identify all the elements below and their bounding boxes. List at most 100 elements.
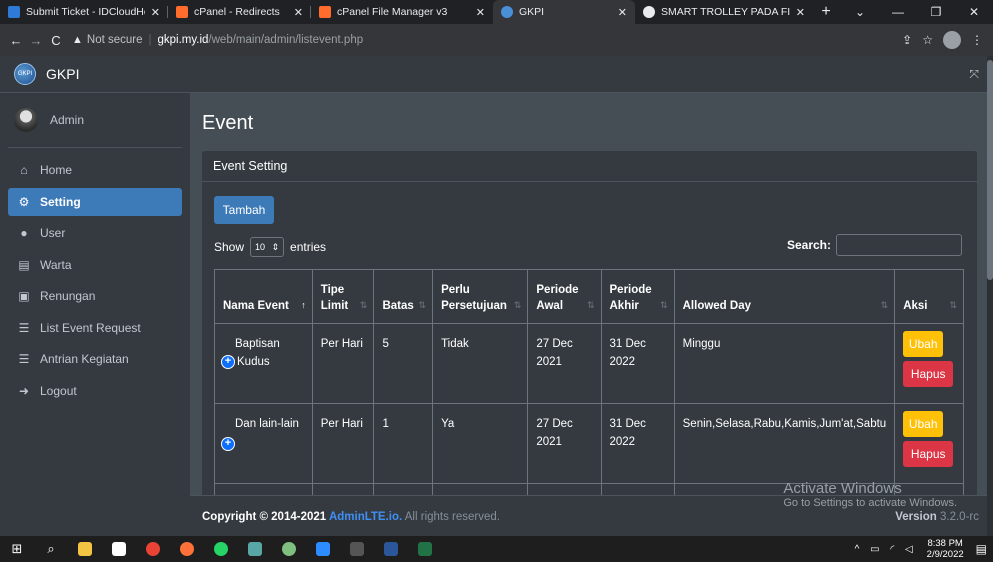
col-header-tipe-limit[interactable]: Tipe Limit ⇅ [311, 269, 375, 324]
col-header-batas[interactable]: Batas ⇅ [373, 269, 434, 324]
profile-avatar-icon[interactable] [943, 31, 961, 49]
tab-title: Submit Ticket - IDCloudHost [26, 6, 145, 18]
bookmark-star-icon[interactable]: ☆ [922, 33, 933, 47]
col-header-nama-event[interactable]: Nama Event ↑ [214, 269, 313, 324]
word-icon[interactable] [374, 536, 408, 562]
tab-title: GKPI [519, 6, 545, 18]
tab-close-icon[interactable]: ✕ [796, 6, 805, 19]
tab-close-icon[interactable]: ✕ [476, 6, 485, 19]
close-window-icon[interactable]: ✕ [955, 5, 993, 19]
user-panel[interactable]: Admin [8, 93, 182, 148]
minimize-icon[interactable]: — [879, 5, 917, 19]
windows-start-icon[interactable]: ⊞ [0, 536, 34, 562]
tray-icons[interactable]: ^ ▭ ◜ ◁ [855, 544, 917, 555]
search-input[interactable] [836, 234, 962, 256]
sidebar: GKPI GKPI Admin ⌂ Home ⚙ Setting ● User … [0, 56, 190, 536]
sidebar-item-user[interactable]: ● User [8, 219, 182, 247]
share-icon[interactable]: ⇪ [902, 33, 912, 47]
tab-title: cPanel File Manager v3 [337, 6, 448, 18]
table-header-row: Nama Event ↑ Tipe Limit ⇅ Batas ⇅ Perlu Perse… [214, 269, 964, 324]
sidebar-item-antrian-kegiatan[interactable]: ☰ Antrian Kegiatan [8, 345, 182, 373]
app-icon[interactable] [238, 536, 272, 562]
content-wrapper: Event Event Setting Tambah Show 10 ⇕ ent… [190, 93, 993, 536]
cell-aksi: Ubah Hapus [894, 403, 964, 484]
reload-icon[interactable]: C [46, 33, 66, 48]
menu-kebab-icon[interactable]: ⋮ [971, 33, 983, 47]
browser-tab[interactable]: cPanel - Redirects ✕ [168, 0, 311, 24]
sidebar-item-list-event-request[interactable]: ☰ List Event Request [8, 314, 182, 342]
sidebar-item-label: Warta [40, 257, 72, 272]
app-icon[interactable] [272, 536, 306, 562]
terminal-icon[interactable] [340, 536, 374, 562]
cell-tipe-limit: Per Hari [311, 323, 375, 404]
clock[interactable]: 8:38 PM 2/9/2022 [927, 538, 964, 560]
col-header-aksi[interactable]: Aksi ⇅ [894, 269, 964, 324]
col-header-allowed-day[interactable]: Allowed Day ⇅ [673, 269, 896, 324]
expand-row-icon[interactable]: + [221, 354, 235, 369]
whatsapp-icon[interactable] [204, 536, 238, 562]
browser-tab[interactable]: cPanel File Manager v3 ✕ [311, 0, 493, 24]
new-tab-icon[interactable]: + [813, 0, 839, 24]
zoom-icon[interactable] [306, 536, 340, 562]
restore-icon[interactable]: ❐ [917, 5, 955, 19]
forward-icon[interactable]: → [26, 33, 46, 48]
updown-icon: ⇕ [271, 241, 280, 252]
search-icon[interactable]: ⌕ [34, 536, 68, 562]
url-field[interactable]: ▲ Not secure | gkpi.my.id/web/main/admin… [72, 28, 902, 52]
fullscreen-expand-icon[interactable]: ⤧ [969, 67, 979, 82]
add-event-button[interactable]: Tambah [214, 196, 274, 224]
edit-button[interactable]: Ubah [903, 331, 944, 357]
tab-close-icon[interactable]: ✕ [294, 6, 303, 19]
chrome-icon[interactable] [136, 536, 170, 562]
col-header-periode-awal[interactable]: Periode Awal ⇅ [527, 269, 602, 324]
sidebar-item-home[interactable]: ⌂ Home [8, 156, 182, 184]
browser-tab[interactable]: SMART TROLLEY PADA FITRI ✕ [635, 0, 813, 24]
edit-button[interactable]: Ubah [903, 411, 944, 437]
cogs-icon: ⚙ [18, 194, 30, 209]
tab-search-icon[interactable]: ⌄ [841, 5, 879, 19]
brand-text: GKPI [46, 66, 80, 82]
event-table: Nama Event ↑ Tipe Limit ⇅ Batas ⇅ Perlu Perse… [214, 269, 964, 511]
web-favicon-icon [643, 6, 655, 18]
excel-icon[interactable] [408, 536, 442, 562]
file-explorer-icon[interactable] [68, 536, 102, 562]
user-icon: ● [20, 226, 28, 240]
tab-close-icon[interactable]: ✕ [151, 6, 160, 19]
brand-link[interactable]: GKPI GKPI [0, 56, 190, 93]
browser-tab-active[interactable]: GKPI ✕ [493, 0, 635, 24]
store-icon[interactable] [102, 536, 136, 562]
sort-icon: ⇅ [949, 300, 957, 310]
admin-app: GKPI GKPI Admin ⌂ Home ⚙ Setting ● User … [0, 56, 993, 536]
book-icon: ▣ [18, 289, 30, 303]
sidebar-item-label: List Event Request [40, 320, 141, 335]
sidebar-item-label: User [40, 226, 66, 240]
delete-button[interactable]: Hapus [903, 361, 954, 387]
warning-icon: ▲ [72, 34, 83, 46]
sort-icon: ⇅ [359, 300, 368, 310]
expand-row-icon[interactable]: + [221, 437, 235, 451]
col-header-perlu-persetujuan[interactable]: Perlu Persetujuan ⇅ [432, 269, 529, 324]
sidebar-item-logout[interactable]: ➜ Logout [8, 377, 182, 405]
sidebar-item-setting[interactable]: ⚙ Setting [8, 187, 182, 216]
col-header-periode-akhir[interactable]: Periode Akhir ⇅ [600, 269, 675, 324]
adminlte-link[interactable]: AdminLTE.io. [329, 511, 402, 523]
browser-tab[interactable]: Submit Ticket - IDCloudHost ✕ [0, 0, 168, 24]
browser-tab-strip: Submit Ticket - IDCloudHost ✕ cPanel - R… [0, 0, 993, 24]
cpanel-favicon-icon [319, 6, 331, 18]
scrollbar-thumb[interactable] [987, 60, 993, 280]
cell-tipe-limit: Per Hari [311, 403, 375, 484]
sidebar-item-warta[interactable]: ▤ Warta [8, 251, 182, 279]
tab-close-icon[interactable]: ✕ [618, 6, 627, 19]
version-info: Version 3.2.0-rc [895, 511, 979, 523]
sidebar-item-renungan[interactable]: ▣ Renungan [8, 282, 182, 310]
entries-select[interactable]: 10 ⇕ [250, 237, 285, 257]
site-favicon-icon [8, 6, 20, 18]
notification-icon[interactable]: ▤ [976, 542, 987, 556]
activate-windows-watermark: Activate Windows Go to Settings to activ… [783, 480, 957, 509]
firefox-icon[interactable] [170, 536, 204, 562]
sort-icon: ⇅ [513, 300, 522, 310]
back-icon[interactable]: ← [6, 33, 26, 48]
security-label: Not secure [86, 34, 143, 46]
cell-allowed-day: Senin,Selasa,Rabu,Kamis,Jum'at,Sabtu [673, 403, 896, 484]
delete-button[interactable]: Hapus [903, 441, 954, 467]
